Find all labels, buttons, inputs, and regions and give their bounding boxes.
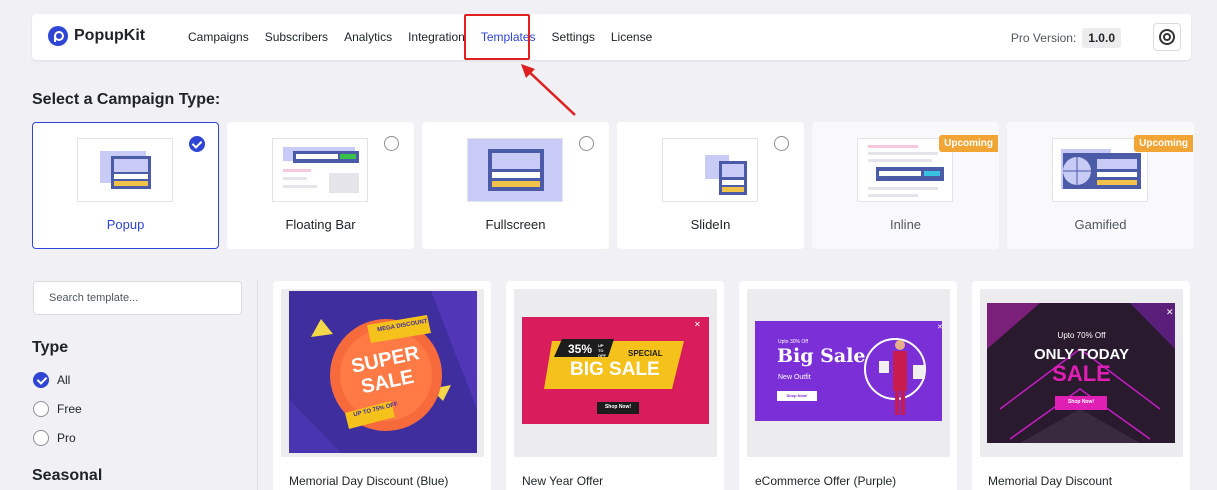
template-name: New Year Offer	[522, 474, 604, 488]
nav-campaigns[interactable]: Campaigns	[180, 14, 257, 60]
popup-preview-icon	[77, 138, 173, 202]
nav-subscribers[interactable]: Subscribers	[257, 14, 336, 60]
upcoming-badge: Upcoming	[939, 135, 998, 152]
promo-line2: SALE	[1052, 361, 1111, 386]
type-option-free[interactable]: Free	[33, 401, 82, 417]
nav-settings[interactable]: Settings	[544, 14, 603, 60]
close-icon: ✕	[937, 324, 943, 331]
fullscreen-preview-icon	[467, 138, 563, 202]
version-badge: 1.0.0	[1082, 28, 1121, 48]
promo-headline: Big Sale	[777, 345, 866, 367]
type-filter-heading: Type	[32, 339, 69, 356]
campaign-type-label: Gamified	[1074, 217, 1127, 232]
selected-check-icon	[189, 136, 205, 152]
campaign-type-radio[interactable]	[774, 136, 789, 151]
campaign-type-label: Popup	[106, 217, 145, 232]
help-button[interactable]	[1153, 23, 1181, 51]
campaign-type-inline: Upcoming Inline	[812, 122, 999, 249]
template-card[interactable]: ✕ 35% UP TO OFF SPECIAL BIG SALE Shop No…	[506, 281, 724, 490]
annotation-arrow-icon	[521, 64, 576, 116]
close-icon: ✕	[1166, 307, 1174, 317]
promo-headline: BIG SALE	[570, 359, 660, 380]
campaign-type-floating-bar[interactable]: Floating Bar	[227, 122, 414, 249]
close-icon: ✕	[694, 320, 701, 329]
campaign-type-fullscreen[interactable]: Fullscreen	[422, 122, 609, 249]
shop-now-button: Shop Now!	[1067, 399, 1095, 405]
campaign-type-popup[interactable]: Popup	[32, 122, 219, 249]
template-preview: MEGA DISCOUNT SUPER SALE UP TO 75% OFF	[281, 289, 484, 457]
type-option-label: Free	[57, 402, 82, 416]
promo-percent: 35%	[568, 342, 593, 356]
promo-sub: New Outfit	[778, 374, 811, 381]
campaign-type-radio[interactable]	[384, 136, 399, 151]
top-header: PopupKit Campaigns Subscribers Analytics…	[32, 14, 1191, 60]
campaign-type-radio[interactable]	[579, 136, 594, 151]
campaign-type-label: Inline	[889, 217, 922, 232]
campaign-type-label: Fullscreen	[485, 217, 546, 232]
nav-license[interactable]: License	[603, 14, 660, 60]
lifebuoy-icon	[1159, 29, 1175, 45]
promo-special: SPECIAL	[628, 349, 663, 358]
templates-highlight-box	[464, 14, 530, 60]
seasonal-filter-heading: Seasonal	[32, 467, 103, 484]
checked-radio-icon	[33, 372, 49, 388]
popupkit-logo-icon	[48, 26, 68, 46]
shop-now-button: Shop Now!	[786, 393, 808, 398]
radio-icon	[33, 401, 49, 417]
template-card[interactable]: ✕ Upto 30% Off Big Sale New Outfit Shop …	[739, 281, 957, 490]
campaign-type-label: SlideIn	[690, 217, 731, 232]
type-option-label: All	[57, 373, 71, 387]
slidein-preview-icon	[662, 138, 758, 202]
nav-analytics[interactable]: Analytics	[336, 14, 400, 60]
template-preview: ✕ Upto 30% Off Big Sale New Outfit Shop …	[747, 289, 950, 457]
campaign-type-list: Popup Floating Bar Fullscreen SlideIn Up…	[32, 122, 1194, 249]
template-preview: ✕ Upto 70% Off ONLY TODAY SALE Shop Now!	[980, 289, 1183, 457]
nav-integration[interactable]: Integration	[400, 14, 473, 60]
template-preview: ✕ 35% UP TO OFF SPECIAL BIG SALE Shop No…	[514, 289, 717, 457]
template-search-input[interactable]	[33, 281, 242, 315]
sidebar-divider	[257, 281, 258, 490]
type-option-pro[interactable]: Pro	[33, 430, 76, 446]
template-card[interactable]: MEGA DISCOUNT SUPER SALE UP TO 75% OFF M…	[273, 281, 491, 490]
main-nav: Campaigns Subscribers Analytics Integrat…	[180, 14, 660, 60]
campaign-type-label: Floating Bar	[285, 217, 356, 232]
radio-icon	[33, 430, 49, 446]
template-name: Memorial Day Discount (Blue)	[289, 474, 449, 488]
type-option-all[interactable]: All	[33, 372, 70, 388]
campaign-type-gamified: Upcoming Gamified	[1007, 122, 1194, 249]
promo-percent-sub: UP TO OFF	[598, 343, 606, 358]
type-option-label: Pro	[57, 431, 76, 445]
template-name: Memorial Day Discount	[988, 474, 1113, 488]
template-name: eCommerce Offer (Purple)	[755, 474, 897, 488]
brand-logo[interactable]: PopupKit	[48, 26, 145, 46]
brand-name: PopupKit	[74, 27, 146, 44]
pro-version-label: Pro Version:	[1010, 31, 1077, 45]
upcoming-badge: Upcoming	[1134, 135, 1193, 152]
campaign-type-heading: Select a Campaign Type:	[32, 91, 221, 108]
promo-kicker: Upto 70% Off	[1057, 331, 1106, 340]
template-card[interactable]: ✕ Upto 70% Off ONLY TODAY SALE Shop Now!…	[972, 281, 1190, 490]
shop-now-button: Shop Now!	[604, 404, 632, 410]
pro-version: Pro Version: 1.0.0	[1011, 28, 1121, 48]
campaign-type-slidein[interactable]: SlideIn	[617, 122, 804, 249]
floating-bar-preview-icon	[272, 138, 368, 202]
